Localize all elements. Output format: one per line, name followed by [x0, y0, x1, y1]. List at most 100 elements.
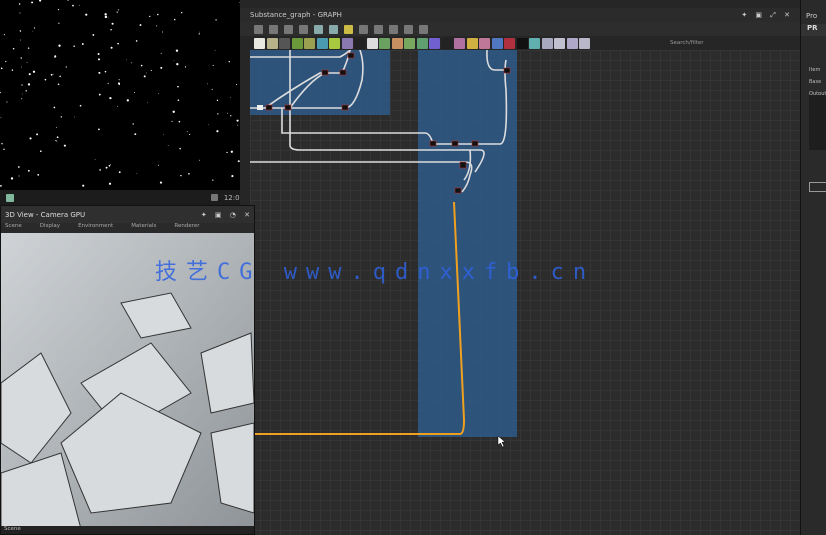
- node-palette-item[interactable]: [454, 38, 465, 49]
- node-palette-item[interactable]: [516, 38, 528, 49]
- star: [27, 83, 31, 86]
- star: [136, 173, 138, 174]
- close-icon[interactable]: ✕: [784, 11, 790, 19]
- star: [6, 101, 8, 103]
- menu-item[interactable]: Materials: [131, 223, 156, 233]
- node-palette-item[interactable]: [266, 38, 278, 49]
- node-palette-item[interactable]: [304, 38, 315, 49]
- node-palette-item[interactable]: [566, 38, 578, 49]
- menu-item[interactable]: Scene: [5, 223, 22, 233]
- star: [158, 92, 160, 94]
- node-palette-item[interactable]: [291, 38, 303, 49]
- node-palette-item[interactable]: [554, 38, 565, 49]
- pin-icon[interactable]: ✦: [741, 11, 747, 19]
- star: [150, 69, 152, 71]
- node-palette-item[interactable]: [341, 38, 353, 49]
- node-palette-item[interactable]: [416, 38, 428, 49]
- star: [32, 30, 34, 32]
- node-palette-item[interactable]: [404, 38, 415, 49]
- node-palette-item[interactable]: [329, 38, 340, 49]
- node-palette-item[interactable]: [429, 38, 440, 49]
- tool-button[interactable]: [269, 24, 278, 34]
- star: [0, 117, 2, 119]
- star: [19, 30, 22, 32]
- star: [72, 4, 74, 7]
- tray-icon[interactable]: [210, 194, 218, 201]
- star: [130, 62, 132, 64]
- node-palette-item[interactable]: [441, 38, 453, 49]
- star: [19, 12, 21, 14]
- star: [140, 64, 143, 67]
- tool-button[interactable]: [329, 24, 338, 34]
- star: [32, 70, 36, 73]
- node-palette: [254, 37, 590, 50]
- star: [231, 175, 234, 178]
- close-icon[interactable]: ✕: [244, 211, 250, 219]
- graph-canvas[interactable]: [250, 50, 800, 535]
- menu-item[interactable]: Renderer: [174, 223, 199, 233]
- star: [11, 69, 14, 71]
- menu-item[interactable]: Environment: [78, 223, 113, 233]
- star: [117, 106, 119, 107]
- node-palette-item[interactable]: [391, 38, 403, 49]
- menu-item[interactable]: Display: [40, 223, 60, 233]
- node-palette-item[interactable]: [466, 38, 478, 49]
- star: [58, 22, 60, 24]
- node-palette-item[interactable]: [354, 38, 365, 49]
- node-palette-item[interactable]: [529, 38, 540, 49]
- restore-icon[interactable]: ▣: [755, 11, 762, 19]
- tool-button[interactable]: [314, 24, 323, 34]
- star: [208, 124, 209, 125]
- star: [99, 169, 101, 171]
- pin-icon[interactable]: ✦: [201, 211, 207, 219]
- star: [104, 15, 108, 19]
- node-palette-item[interactable]: [279, 38, 290, 49]
- star: [33, 27, 36, 29]
- star: [105, 166, 108, 169]
- refresh-icon[interactable]: [374, 24, 383, 34]
- camera-icon[interactable]: ◔: [230, 211, 236, 219]
- tool-button[interactable]: [344, 24, 353, 34]
- app-icon[interactable]: [6, 193, 14, 202]
- star: [31, 1, 34, 4]
- star: [161, 31, 163, 33]
- star: [179, 147, 181, 150]
- starfield: [0, 0, 240, 187]
- star: [181, 12, 183, 14]
- node-palette-item[interactable]: [366, 38, 378, 49]
- node-palette-item[interactable]: [254, 38, 265, 49]
- star: [57, 83, 60, 85]
- star: [228, 61, 230, 63]
- node-palette-item[interactable]: [579, 38, 590, 49]
- star: [78, 4, 80, 6]
- tool-button[interactable]: [419, 24, 428, 34]
- property-label: Base: [809, 79, 822, 85]
- star: [81, 43, 84, 45]
- filter-input[interactable]: Search/filter: [670, 40, 704, 46]
- tool-button[interactable]: [404, 24, 413, 34]
- node-palette-item[interactable]: [541, 38, 553, 49]
- tool-button[interactable]: [284, 24, 293, 34]
- panel-title: Pro: [806, 12, 818, 20]
- star: [230, 115, 232, 117]
- node-palette-item[interactable]: [379, 38, 390, 49]
- maximize-icon[interactable]: ⤢: [770, 11, 776, 19]
- tool-button[interactable]: [359, 24, 368, 34]
- tool-button[interactable]: [299, 24, 308, 34]
- node-palette-item[interactable]: [491, 38, 503, 49]
- star: [0, 91, 1, 94]
- star: [29, 137, 32, 140]
- format-dropdown[interactable]: [809, 182, 826, 192]
- tool-button[interactable]: [389, 24, 398, 34]
- restore-icon[interactable]: ▣: [215, 211, 222, 219]
- star: [230, 150, 233, 153]
- properties-tab[interactable]: PR: [801, 24, 826, 36]
- tool-button[interactable]: [254, 24, 263, 34]
- star: [118, 79, 120, 81]
- star: [189, 133, 191, 136]
- node-palette-item[interactable]: [479, 38, 490, 49]
- star: [214, 49, 216, 51]
- node-palette-item[interactable]: [504, 38, 515, 49]
- star: [104, 13, 107, 16]
- node-palette-item[interactable]: [316, 38, 328, 49]
